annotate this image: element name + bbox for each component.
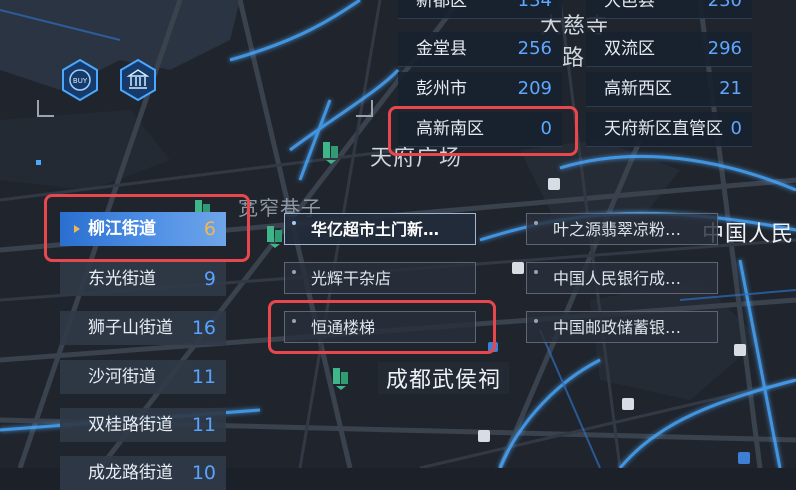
shop-item[interactable]: 叶之源翡翠凉粉…	[526, 213, 718, 245]
district-cell[interactable]: 大邑县 230	[586, 0, 752, 19]
marker-dot-icon	[534, 270, 538, 274]
marker-dot-icon	[292, 270, 296, 274]
district-cell[interactable]: 金堂县 256	[398, 32, 562, 67]
highlight-box	[44, 194, 250, 262]
highlight-box	[268, 300, 496, 354]
shop-item[interactable]: 光辉干杂店	[284, 262, 476, 294]
buy-icon[interactable]: BUY	[60, 58, 100, 102]
street-item-shuangguilu[interactable]: 双桂路街道 11	[60, 408, 226, 442]
street-item-shizishan[interactable]: 狮子山街道 16	[60, 311, 226, 345]
street-item-dongguang[interactable]: 东光街道 9	[60, 262, 226, 296]
map-label-road: 路	[562, 46, 586, 71]
building-marker-icon[interactable]	[320, 138, 342, 164]
shop-item[interactable]: 华亿超市土门新…	[284, 213, 476, 245]
street-item-shahe[interactable]: 沙河街道 11	[60, 360, 226, 394]
marker-dot-icon	[292, 221, 296, 225]
marker-dot-icon	[534, 319, 538, 323]
district-cell[interactable]: 天府新区直管区 0	[586, 112, 752, 147]
street-item-chenglonglu[interactable]: 成龙路街道 10	[60, 456, 226, 490]
highlight-box	[388, 106, 578, 156]
marker-dot-icon	[534, 221, 538, 225]
district-cell[interactable]: 高新西区 21	[586, 72, 752, 107]
buy-icon-label: BUY	[73, 77, 88, 85]
map-label-wuhou-temple: 成都武侯祠	[378, 362, 510, 394]
building-marker-icon[interactable]	[330, 364, 352, 390]
bank-icon[interactable]	[118, 58, 158, 102]
district-cell[interactable]: 双流区 296	[586, 32, 752, 67]
building-marker-icon[interactable]	[264, 222, 286, 248]
shop-item[interactable]: 中国邮政储蓄银…	[526, 311, 718, 343]
shop-item[interactable]: 中国人民银行成…	[526, 262, 718, 294]
district-cell[interactable]: 彭州市 209	[398, 72, 562, 107]
district-cell[interactable]: 新都区 134	[398, 0, 562, 19]
